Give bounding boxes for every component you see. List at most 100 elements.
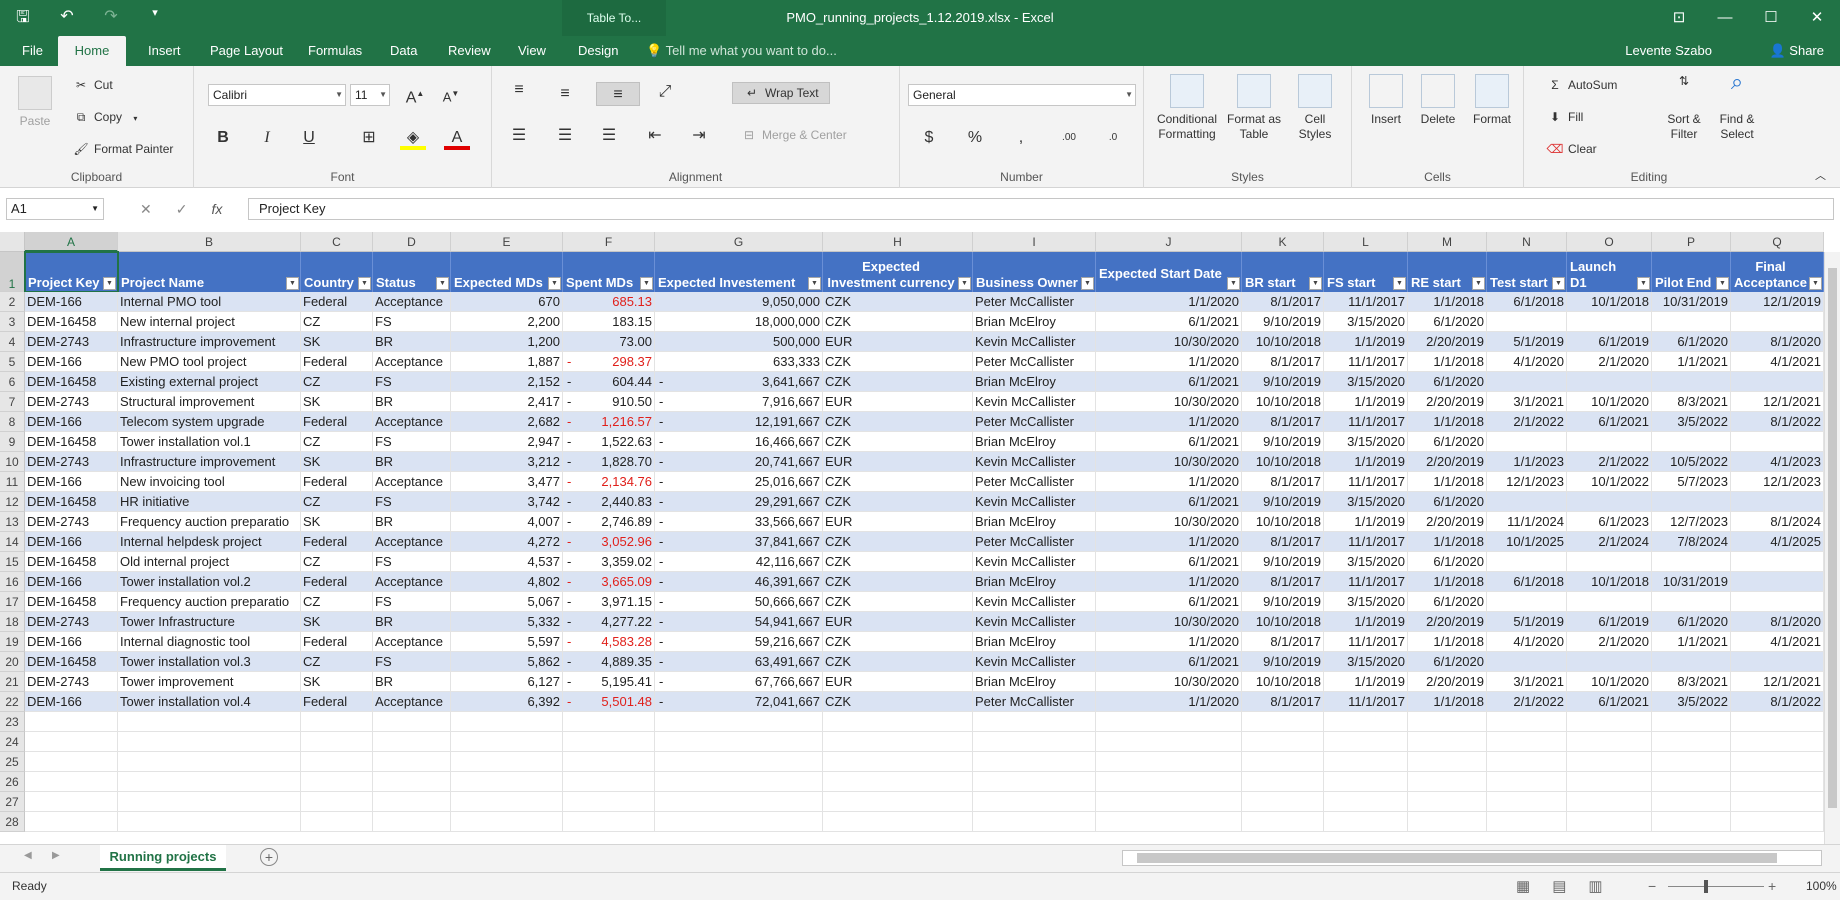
table-cell[interactable]: Internal PMO tool — [118, 292, 301, 312]
table-cell[interactable]: HR initiative — [118, 492, 301, 512]
table-cell[interactable]: 2/20/2019 — [1408, 452, 1487, 472]
row-header-3[interactable]: 3 — [0, 312, 25, 332]
table-cell[interactable]: DEM-166 — [25, 692, 118, 712]
row-header-16[interactable]: 16 — [0, 572, 25, 592]
table-cell[interactable] — [1487, 492, 1567, 512]
table-cell[interactable]: 11/1/2017 — [1324, 352, 1408, 372]
table-cell[interactable]: 6/1/2018 — [1487, 292, 1567, 312]
empty-cell[interactable] — [655, 752, 823, 772]
table-cell[interactable]: CZK — [823, 632, 973, 652]
table-cell[interactable]: 4/1/2021 — [1731, 352, 1824, 372]
table-cell[interactable]: 1/1/2018 — [1408, 692, 1487, 712]
empty-cell[interactable] — [563, 772, 655, 792]
delete-cells-button[interactable]: Delete — [1416, 74, 1460, 127]
table-cell[interactable]: 1/1/2020 — [1096, 632, 1242, 652]
table-cell[interactable]: 2/1/2022 — [1487, 692, 1567, 712]
empty-cell[interactable] — [655, 732, 823, 752]
table-cell[interactable]: Kevin McCallister — [973, 612, 1096, 632]
table-cell[interactable]: Peter McCallister — [973, 352, 1096, 372]
table-cell[interactable] — [1652, 432, 1731, 452]
tab-data[interactable]: Data — [380, 36, 427, 66]
empty-cell[interactable] — [25, 792, 118, 812]
page-layout-view-icon[interactable]: ▤ — [1552, 877, 1566, 895]
table-cell[interactable]: 67,766,667 — [655, 672, 823, 692]
table-cell[interactable]: 1/1/2018 — [1408, 352, 1487, 372]
table-cell[interactable]: BR — [373, 332, 451, 352]
table-cell[interactable]: 8/1/2017 — [1242, 352, 1324, 372]
table-cell[interactable]: Federal — [301, 472, 373, 492]
empty-cell[interactable] — [563, 712, 655, 732]
table-cell[interactable]: 12/1/2021 — [1731, 672, 1824, 692]
table-cell[interactable]: 6/1/2021 — [1567, 692, 1652, 712]
table-cell[interactable]: 5,597 — [451, 632, 563, 652]
table-cell[interactable]: 1/1/2020 — [1096, 292, 1242, 312]
cell-styles-button[interactable]: Cell Styles — [1290, 74, 1340, 142]
table-cell[interactable]: 8/1/2022 — [1731, 692, 1824, 712]
table-cell[interactable]: 1/1/2020 — [1096, 692, 1242, 712]
table-cell[interactable]: Existing external project — [118, 372, 301, 392]
empty-cell[interactable] — [301, 772, 373, 792]
filter-dropdown-icon[interactable]: ▼ — [103, 277, 116, 290]
table-cell[interactable]: Kevin McCallister — [973, 652, 1096, 672]
insert-cells-button[interactable]: Insert — [1364, 74, 1408, 127]
table-cell[interactable]: 500,000 — [655, 332, 823, 352]
empty-cell[interactable] — [1731, 772, 1824, 792]
autosum-button[interactable]: Σ AutoSum — [1546, 78, 1617, 92]
table-cell[interactable]: Kevin McCallister — [973, 392, 1096, 412]
table-cell[interactable]: 10/1/2018 — [1567, 572, 1652, 592]
table-cell[interactable]: 12/1/2023 — [1487, 472, 1567, 492]
tab-page-layout[interactable]: Page Layout — [200, 36, 293, 66]
table-cell[interactable]: Tower Infrastructure — [118, 612, 301, 632]
table-cell[interactable]: 8/1/2020 — [1731, 612, 1824, 632]
empty-cell[interactable] — [1324, 772, 1408, 792]
user-name[interactable]: Levente Szabo — [1625, 36, 1712, 66]
table-cell[interactable]: 8/3/2021 — [1652, 672, 1731, 692]
table-cell[interactable]: 6/1/2020 — [1408, 312, 1487, 332]
table-cell[interactable]: CZK — [823, 312, 973, 332]
row-header-17[interactable]: 17 — [0, 592, 25, 612]
empty-cell[interactable] — [823, 752, 973, 772]
table-cell[interactable]: 3/1/2021 — [1487, 392, 1567, 412]
empty-cell[interactable] — [1731, 752, 1824, 772]
table-cell[interactable]: Frequency auction preparatio — [118, 512, 301, 532]
table-cell[interactable]: BR — [373, 392, 451, 412]
empty-cell[interactable] — [1731, 732, 1824, 752]
column-header-b[interactable]: B — [118, 232, 301, 252]
table-cell[interactable]: New PMO tool project — [118, 352, 301, 372]
table-cell[interactable]: 6/1/2021 — [1096, 312, 1242, 332]
filter-dropdown-icon[interactable]: ▼ — [1227, 277, 1240, 290]
table-cell[interactable]: 1/1/2018 — [1408, 472, 1487, 492]
empty-cell[interactable] — [655, 792, 823, 812]
table-cell[interactable]: 1/1/2020 — [1096, 352, 1242, 372]
table-cell[interactable]: 20,741,667 — [655, 452, 823, 472]
column-header-l[interactable]: L — [1324, 232, 1408, 252]
empty-cell[interactable] — [451, 812, 563, 832]
table-cell[interactable]: 10/30/2020 — [1096, 512, 1242, 532]
table-cell[interactable]: 10/10/2018 — [1242, 332, 1324, 352]
table-cell[interactable]: Acceptance — [373, 692, 451, 712]
table-cell[interactable]: 10/10/2018 — [1242, 392, 1324, 412]
table-cell[interactable]: DEM-166 — [25, 472, 118, 492]
table-cell[interactable]: Acceptance — [373, 292, 451, 312]
table-cell[interactable]: Brian McElroy — [973, 572, 1096, 592]
empty-cell[interactable] — [1096, 792, 1242, 812]
table-cell[interactable]: CZ — [301, 552, 373, 572]
table-cell[interactable]: Federal — [301, 352, 373, 372]
formula-input[interactable]: Project Key — [248, 198, 1834, 220]
table-cell[interactable]: 10/30/2020 — [1096, 672, 1242, 692]
table-cell[interactable]: 9/10/2019 — [1242, 652, 1324, 672]
table-cell[interactable]: 4,272 — [451, 532, 563, 552]
table-cell[interactable]: 1/1/2020 — [1096, 532, 1242, 552]
table-cell[interactable]: Kevin McCallister — [973, 592, 1096, 612]
row-header-10[interactable]: 10 — [0, 452, 25, 472]
table-cell[interactable]: 6/1/2021 — [1096, 552, 1242, 572]
table-cell[interactable]: 2,947 — [451, 432, 563, 452]
table-cell[interactable]: 10/31/2019 — [1652, 572, 1731, 592]
row-header-8[interactable]: 8 — [0, 412, 25, 432]
column-header-d[interactable]: D — [373, 232, 451, 252]
table-cell[interactable]: 12/1/2019 — [1731, 292, 1824, 312]
merge-center-button[interactable]: ⊟ Merge & Center — [740, 128, 847, 142]
empty-cell[interactable] — [1096, 712, 1242, 732]
table-cell[interactable]: 1/1/2019 — [1324, 392, 1408, 412]
table-cell[interactable]: Acceptance — [373, 532, 451, 552]
